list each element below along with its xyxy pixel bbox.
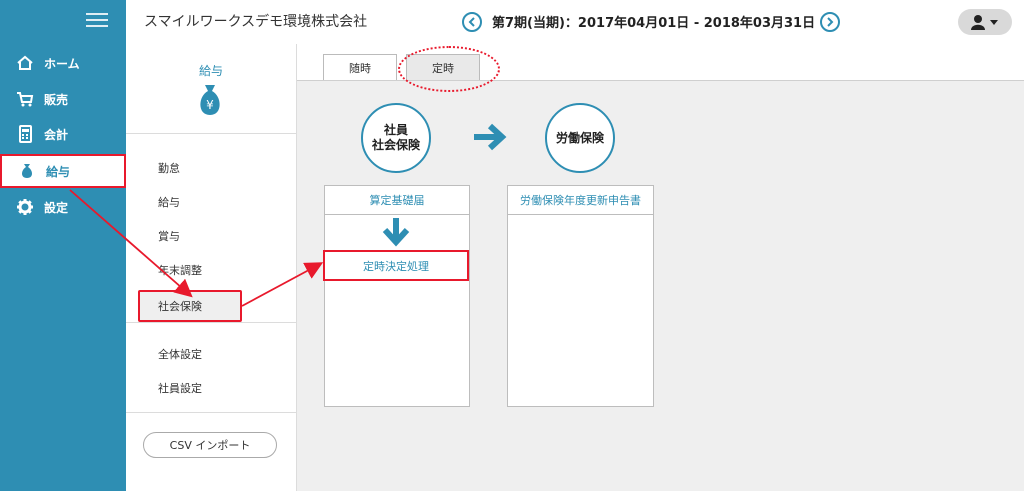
circle-label: 社会保険: [371, 138, 420, 152]
subnav-item-employee-settings[interactable]: 社員設定: [126, 374, 296, 402]
caret-down-icon: [990, 20, 998, 25]
tab-teiji[interactable]: 定時: [406, 54, 480, 80]
panel-title[interactable]: 労働保険年度更新申告書: [508, 186, 653, 215]
sidebar-item-home[interactable]: ホーム: [0, 46, 126, 80]
money-bag-icon: [18, 162, 36, 180]
circle-label: 労働保険: [555, 130, 604, 145]
chevron-left-icon: [468, 17, 475, 27]
sidebar-item-accounting[interactable]: 会計: [0, 117, 126, 151]
fiscal-period: 第7期(当期)：2017年04月01日 - 2018年03月31日: [492, 16, 816, 31]
calculator-icon: [16, 125, 34, 143]
arrow-down-icon: [380, 216, 412, 251]
hamburger-icon[interactable]: [86, 10, 108, 28]
subnav-item-attendance[interactable]: 勤怠: [126, 154, 296, 182]
gear-icon: [16, 198, 34, 216]
sidebar-item-label: 設定: [44, 200, 69, 215]
next-period-button[interactable]: [820, 12, 840, 32]
employee-social-insurance-circle: 社員 社会保険: [361, 103, 431, 173]
subnav-divider: [126, 412, 296, 413]
subnav-item-bonus[interactable]: 賞与: [126, 222, 296, 250]
sidebar-item-label: 給与: [46, 164, 71, 179]
subnav-item-salary[interactable]: 給与: [126, 188, 296, 216]
labor-insurance-circle: 労働保険: [545, 103, 615, 173]
sidebar-item-settings[interactable]: 設定: [0, 190, 126, 224]
subnav-item-general-settings[interactable]: 全体設定: [126, 340, 296, 368]
subnav-item-social-insurance[interactable]: 社会保険: [138, 290, 242, 322]
regular-determination-link[interactable]: 定時決定処理: [323, 250, 469, 281]
sidebar-item-label: ホーム: [44, 56, 80, 71]
sidebar-item-sales[interactable]: 販売: [0, 82, 126, 116]
subnav-divider: [126, 322, 296, 323]
user-icon: [971, 15, 985, 30]
tab-zuiji[interactable]: 随時: [323, 54, 397, 80]
sidebar-item-label: 会計: [44, 127, 69, 142]
cart-icon: [16, 90, 34, 108]
sidebar-item-payroll[interactable]: 給与: [0, 154, 126, 188]
chevron-right-icon: [827, 17, 834, 27]
subnav-title: 給与: [198, 64, 223, 78]
svg-text:¥: ¥: [206, 98, 214, 112]
sidebar-item-label: 販売: [44, 92, 69, 107]
subnav-item-year-end-adjustment[interactable]: 年末調整: [126, 256, 296, 284]
panel-title[interactable]: 算定基礎届: [325, 186, 469, 215]
circle-label: 社員: [383, 123, 408, 137]
user-menu-button[interactable]: [958, 9, 1012, 35]
csv-import-button[interactable]: CSV インポート: [143, 432, 277, 458]
company-name: スマイルワークスデモ環境株式会社: [144, 14, 368, 30]
prev-period-button[interactable]: [462, 12, 482, 32]
yen-bag-icon: ¥: [196, 84, 224, 116]
home-icon: [16, 54, 34, 72]
subnav-divider: [126, 133, 296, 134]
labor-insurance-panel: 労働保険年度更新申告書: [507, 185, 654, 407]
arrow-right-icon: [472, 122, 508, 155]
